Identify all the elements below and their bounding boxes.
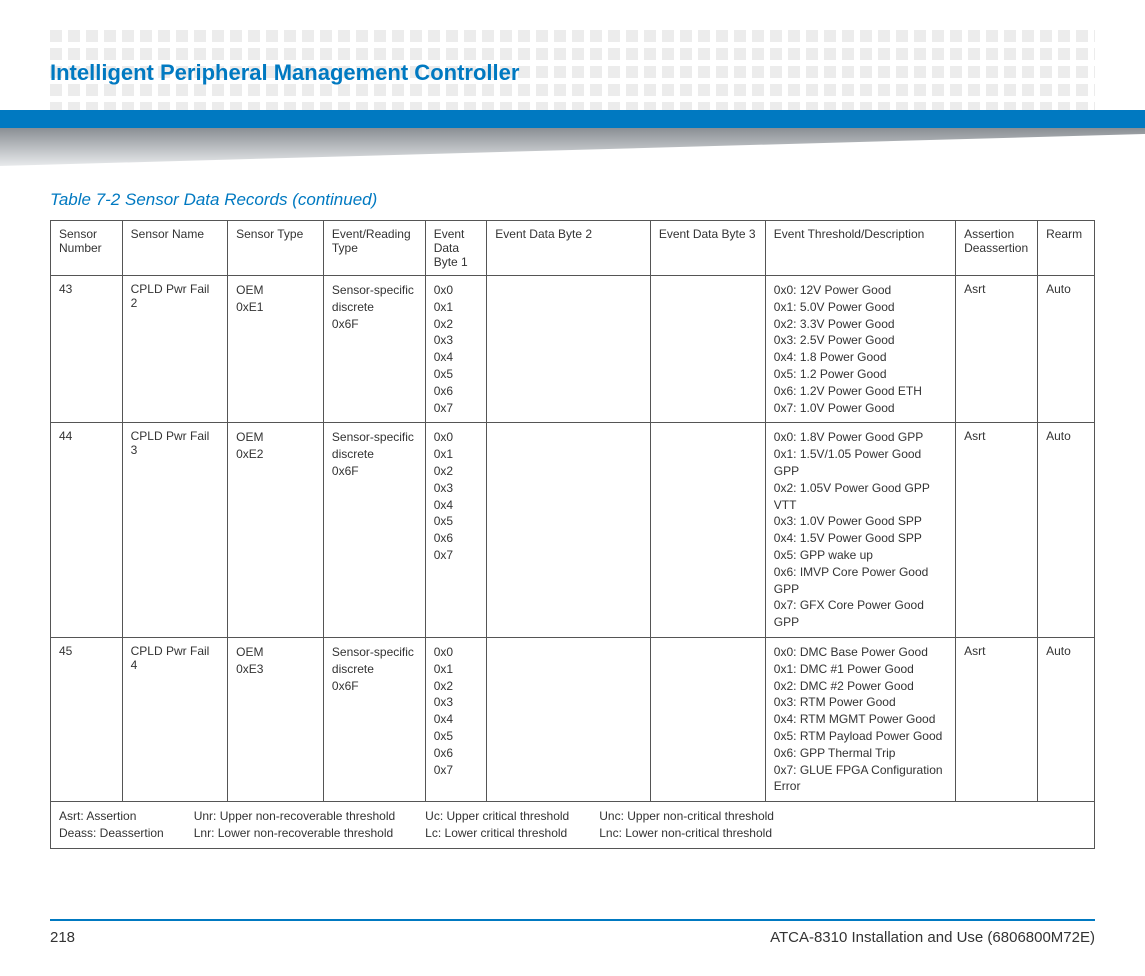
col-event-data-byte3: Event Data Byte 3 [650, 221, 765, 276]
page-footer: 218 ATCA-8310 Installation and Use (6806… [50, 919, 1095, 946]
col-event-data-byte2: Event Data Byte 2 [487, 221, 651, 276]
legend-item: Lnr: Lower non-recoverable threshold [194, 825, 395, 842]
cell-event-data-byte1: 0x00x10x20x30x40x50x60x7 [425, 637, 487, 801]
cell-event-data-byte3 [650, 637, 765, 801]
header-bar [0, 110, 1145, 128]
cell-sensor-type: OEM0xE3 [228, 637, 324, 801]
cell-threshold-description: 0x0: DMC Base Power Good0x1: DMC #1 Powe… [765, 637, 955, 801]
legend-item: Lc: Lower critical threshold [425, 825, 569, 842]
col-assertion-deassertion: Assertion Deassertion [956, 221, 1038, 276]
page-header: Intelligent Peripheral Management Contro… [50, 30, 1095, 170]
legend-col-1: Asrt: AssertionDeass: Deassertion [59, 808, 164, 842]
legend-item: Unc: Upper non-critical threshold [599, 808, 774, 825]
cell-sensor-name: CPLD Pwr Fail 2 [122, 276, 227, 423]
cell-sensor-type: OEM0xE1 [228, 276, 324, 423]
cell-sensor-number: 43 [51, 276, 123, 423]
cell-assertion-deassertion: Asrt [956, 423, 1038, 638]
cell-sensor-name: CPLD Pwr Fail 3 [122, 423, 227, 638]
legend-item: Deass: Deassertion [59, 825, 164, 842]
cell-event-data-byte2 [487, 637, 651, 801]
table-header-row: Sensor Number Sensor Name Sensor Type Ev… [51, 221, 1095, 276]
cell-rearm: Auto [1038, 423, 1095, 638]
col-sensor-name: Sensor Name [122, 221, 227, 276]
col-event-data-byte1: Event Data Byte 1 [425, 221, 487, 276]
cell-rearm: Auto [1038, 637, 1095, 801]
cell-event-reading-type: Sensor-specificdiscrete0x6F [323, 276, 425, 423]
table-legend-row: Asrt: AssertionDeass: Deassertion Unr: U… [51, 802, 1095, 849]
cell-event-data-byte2 [487, 423, 651, 638]
cell-event-data-byte1: 0x00x10x20x30x40x50x60x7 [425, 276, 487, 423]
legend-item: Uc: Upper critical threshold [425, 808, 569, 825]
document-id: ATCA-8310 Installation and Use (6806800M… [770, 929, 1095, 946]
col-rearm: Rearm [1038, 221, 1095, 276]
table-row: 43CPLD Pwr Fail 2OEM0xE1Sensor-specificd… [51, 276, 1095, 423]
cell-sensor-number: 45 [51, 637, 123, 801]
cell-event-data-byte3 [650, 423, 765, 638]
cell-event-data-byte1: 0x00x10x20x30x40x50x60x7 [425, 423, 487, 638]
legend-col-2: Unr: Upper non-recoverable thresholdLnr:… [194, 808, 395, 842]
page-number: 218 [50, 929, 75, 946]
cell-sensor-name: CPLD Pwr Fail 4 [122, 637, 227, 801]
cell-threshold-description: 0x0: 12V Power Good0x1: 5.0V Power Good0… [765, 276, 955, 423]
cell-event-reading-type: Sensor-specificdiscrete0x6F [323, 637, 425, 801]
cell-assertion-deassertion: Asrt [956, 637, 1038, 801]
chapter-title: Intelligent Peripheral Management Contro… [50, 60, 519, 86]
table-caption: Table 7-2 Sensor Data Records (continued… [50, 190, 1095, 210]
cell-sensor-number: 44 [51, 423, 123, 638]
legend-item: Asrt: Assertion [59, 808, 164, 825]
table-row: 44CPLD Pwr Fail 3OEM0xE2Sensor-specificd… [51, 423, 1095, 638]
cell-assertion-deassertion: Asrt [956, 276, 1038, 423]
col-sensor-number: Sensor Number [51, 221, 123, 276]
col-sensor-type: Sensor Type [228, 221, 324, 276]
cell-threshold-description: 0x0: 1.8V Power Good GPP0x1: 1.5V/1.05 P… [765, 423, 955, 638]
col-threshold-description: Event Threshold/Description [765, 221, 955, 276]
sensor-table: Sensor Number Sensor Name Sensor Type Ev… [50, 220, 1095, 849]
legend-col-4: Unc: Upper non-critical thresholdLnc: Lo… [599, 808, 774, 842]
cell-event-data-byte3 [650, 276, 765, 423]
legend-item: Unr: Upper non-recoverable threshold [194, 808, 395, 825]
cell-sensor-type: OEM0xE2 [228, 423, 324, 638]
legend-col-3: Uc: Upper critical thresholdLc: Lower cr… [425, 808, 569, 842]
cell-event-data-byte2 [487, 276, 651, 423]
header-wedge [0, 128, 1145, 168]
table-row: 45CPLD Pwr Fail 4OEM0xE3Sensor-specificd… [51, 637, 1095, 801]
cell-event-reading-type: Sensor-specificdiscrete0x6F [323, 423, 425, 638]
col-event-reading-type: Event/Reading Type [323, 221, 425, 276]
cell-rearm: Auto [1038, 276, 1095, 423]
legend-item: Lnc: Lower non-critical threshold [599, 825, 774, 842]
